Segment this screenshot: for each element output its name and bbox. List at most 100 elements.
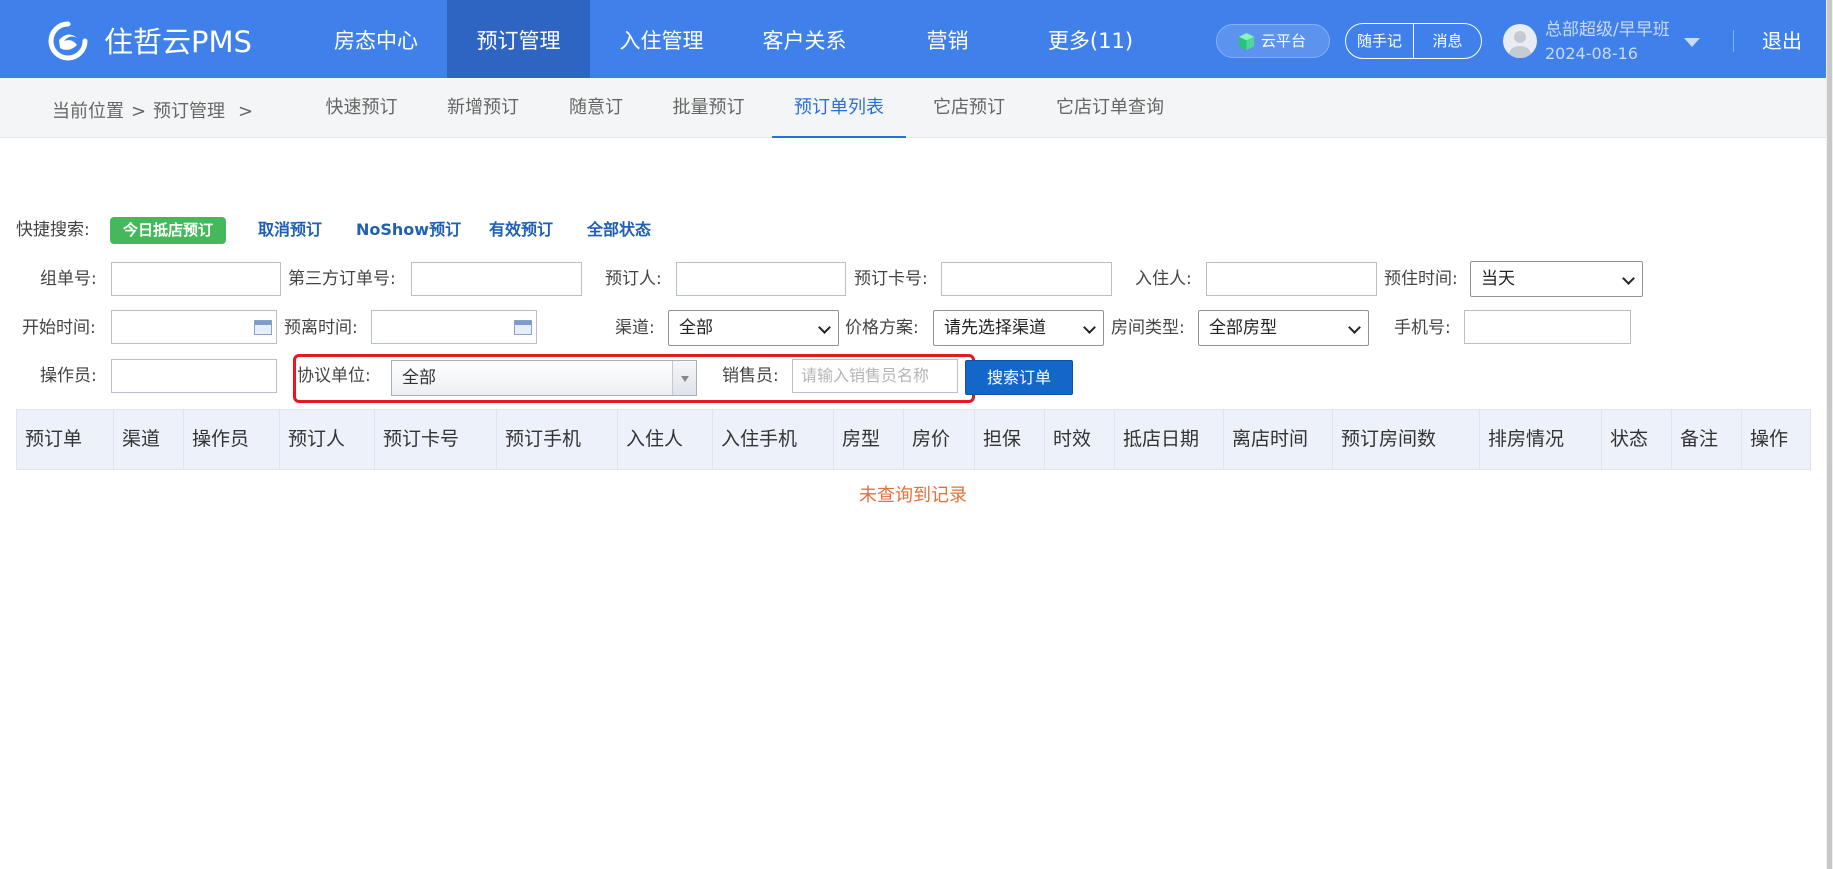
operator-input[interactable] [111,359,277,393]
column-header: 排房情况 [1480,410,1602,469]
column-header: 预订单 [17,410,114,469]
column-header: 渠道 [114,410,184,469]
chevron-down-icon [1622,272,1635,285]
user-avatar[interactable] [1503,24,1537,58]
column-header: 操作员 [184,410,280,469]
leave-time-input[interactable] [371,310,537,344]
booker-input[interactable] [676,262,846,296]
valid-filter[interactable]: 有效预订 [489,216,553,244]
combo-arrow-icon[interactable] [672,361,696,395]
agreement-unit-label: 协议单位: [297,366,371,386]
search-orders-button[interactable]: 搜索订单 [965,360,1073,395]
column-header: 预订卡号 [375,410,497,469]
stay-time-select[interactable]: 当天 [1470,261,1643,297]
agreement-unit-value: 全部 [402,368,436,388]
calendar-icon[interactable] [514,320,532,335]
chevron-down-icon [1083,321,1096,334]
phone-label: 手机号: [1394,318,1451,338]
chevron-down-icon [1348,321,1361,334]
noshow-filter[interactable]: NoShow预订 [356,216,461,244]
nav-more[interactable]: 更多(11) [1019,0,1162,78]
table-header: 预订单 渠道 操作员 预订人 预订卡号 预订手机 入住人 入住手机 房型 房价 … [16,409,1811,470]
tab-reservation-list[interactable]: 预订单列表 [772,78,906,138]
booking-card-label: 预订卡号: [854,269,928,289]
nav-checkin-management[interactable]: 入住管理 [590,0,733,78]
leave-time-label: 预离时间: [284,318,358,338]
column-header: 备注 [1672,410,1742,469]
channel-label: 渠道: [615,318,655,338]
top-navbar: 住哲云PMS 房态中心 预订管理 入住管理 客户关系 营销 更多(11) 云平台… [0,0,1826,78]
guest-label: 入住人: [1135,269,1192,289]
third-party-order-input[interactable] [411,262,582,296]
chevron-down-icon [818,321,831,334]
business-date: 2024-08-16 [1545,44,1638,63]
nav-marketing[interactable]: 营销 [876,0,1019,78]
sales-input[interactable]: 请输入销售员名称 [792,359,958,393]
notes-button[interactable]: 随手记 [1346,24,1413,58]
sub-navbar: 当前位置 > 预订管理 > 快速预订 新增预订 随意订 批量预订 预订单列表 它… [0,78,1826,138]
start-time-label: 开始时间: [22,318,96,338]
booking-card-input[interactable] [941,262,1112,296]
all-status-filter[interactable]: 全部状态 [587,216,651,244]
calendar-icon[interactable] [254,320,272,335]
column-header: 抵店日期 [1115,410,1224,469]
group-no-label: 组单号: [40,269,97,289]
tab-other-store-reservation[interactable]: 它店预订 [918,78,1020,138]
breadcrumb-separator: > [131,101,147,122]
tab-quick-reservation[interactable]: 快速预订 [310,78,413,138]
tab-new-reservation[interactable]: 新增预订 [432,78,534,138]
sales-label: 销售员: [722,366,779,386]
agreement-unit-combobox[interactable]: 全部 [391,360,697,396]
user-name[interactable]: 总部超级/早早班 [1545,20,1670,40]
today-arrival-filter[interactable]: 今日抵店预订 [110,217,226,244]
group-no-input[interactable] [111,262,281,296]
nav-reservation-management[interactable]: 预订管理 [447,0,590,78]
start-time-input[interactable] [111,310,277,344]
nav-room-status[interactable]: 房态中心 [305,0,447,78]
channel-select[interactable]: 全部 [668,310,839,346]
brand-logo-icon [48,21,88,61]
room-type-select[interactable]: 全部房型 [1198,310,1369,346]
cancelled-filter[interactable]: 取消预订 [258,216,322,244]
price-plan-label: 价格方案: [845,318,919,338]
tab-casual-reservation[interactable]: 随意订 [554,78,638,138]
logout-button[interactable]: 退出 [1762,26,1802,56]
breadcrumb-module[interactable]: 预订管理 [153,100,225,124]
user-menu-caret-icon[interactable] [1684,38,1700,47]
column-header: 房价 [904,410,975,469]
column-header: 预订房间数 [1333,410,1480,469]
breadcrumb-current-position: 当前位置 [52,101,124,122]
tab-batch-reservation[interactable]: 批量预订 [657,78,760,138]
stay-time-value: 当天 [1481,269,1515,289]
notes-messages-group: 随手记 消息 [1345,23,1482,59]
column-header: 离店时间 [1224,410,1333,469]
quick-search-label: 快捷搜索: [16,220,90,240]
price-plan-select[interactable]: 请先选择渠道 [933,310,1104,346]
column-header: 担保 [975,410,1045,469]
column-header: 入住人 [618,410,713,469]
messages-button[interactable]: 消息 [1414,24,1481,58]
cloud-platform-label: 云平台 [1261,32,1307,50]
cloud-platform-button[interactable]: 云平台 [1216,24,1330,58]
brand-name: 住哲云PMS [104,25,252,59]
column-header: 入住手机 [713,410,834,469]
breadcrumb-separator: > [238,101,254,122]
tab-other-store-order-query[interactable]: 它店订单查询 [1040,78,1180,138]
guest-input[interactable] [1206,262,1377,296]
channel-value: 全部 [679,318,713,338]
stay-time-label: 预住时间: [1384,269,1458,289]
third-party-order-label: 第三方订单号: [288,269,396,289]
column-header: 状态 [1602,410,1672,469]
operator-label: 操作员: [40,366,97,386]
column-header: 预订人 [280,410,375,469]
header-divider [1733,30,1734,52]
empty-result-message: 未查询到记录 [859,485,967,506]
phone-input[interactable] [1464,310,1631,344]
column-header: 预订手机 [497,410,618,469]
price-plan-value: 请先选择渠道 [944,318,1046,338]
nav-customer-relations[interactable]: 客户关系 [733,0,876,78]
pms-reservation-list-page: 住哲云PMS 房态中心 预订管理 入住管理 客户关系 营销 更多(11) 云平台… [0,0,1833,869]
cube-icon [1238,32,1255,51]
scrollbar-thumb[interactable] [1827,0,1832,869]
booker-label: 预订人: [605,269,662,289]
